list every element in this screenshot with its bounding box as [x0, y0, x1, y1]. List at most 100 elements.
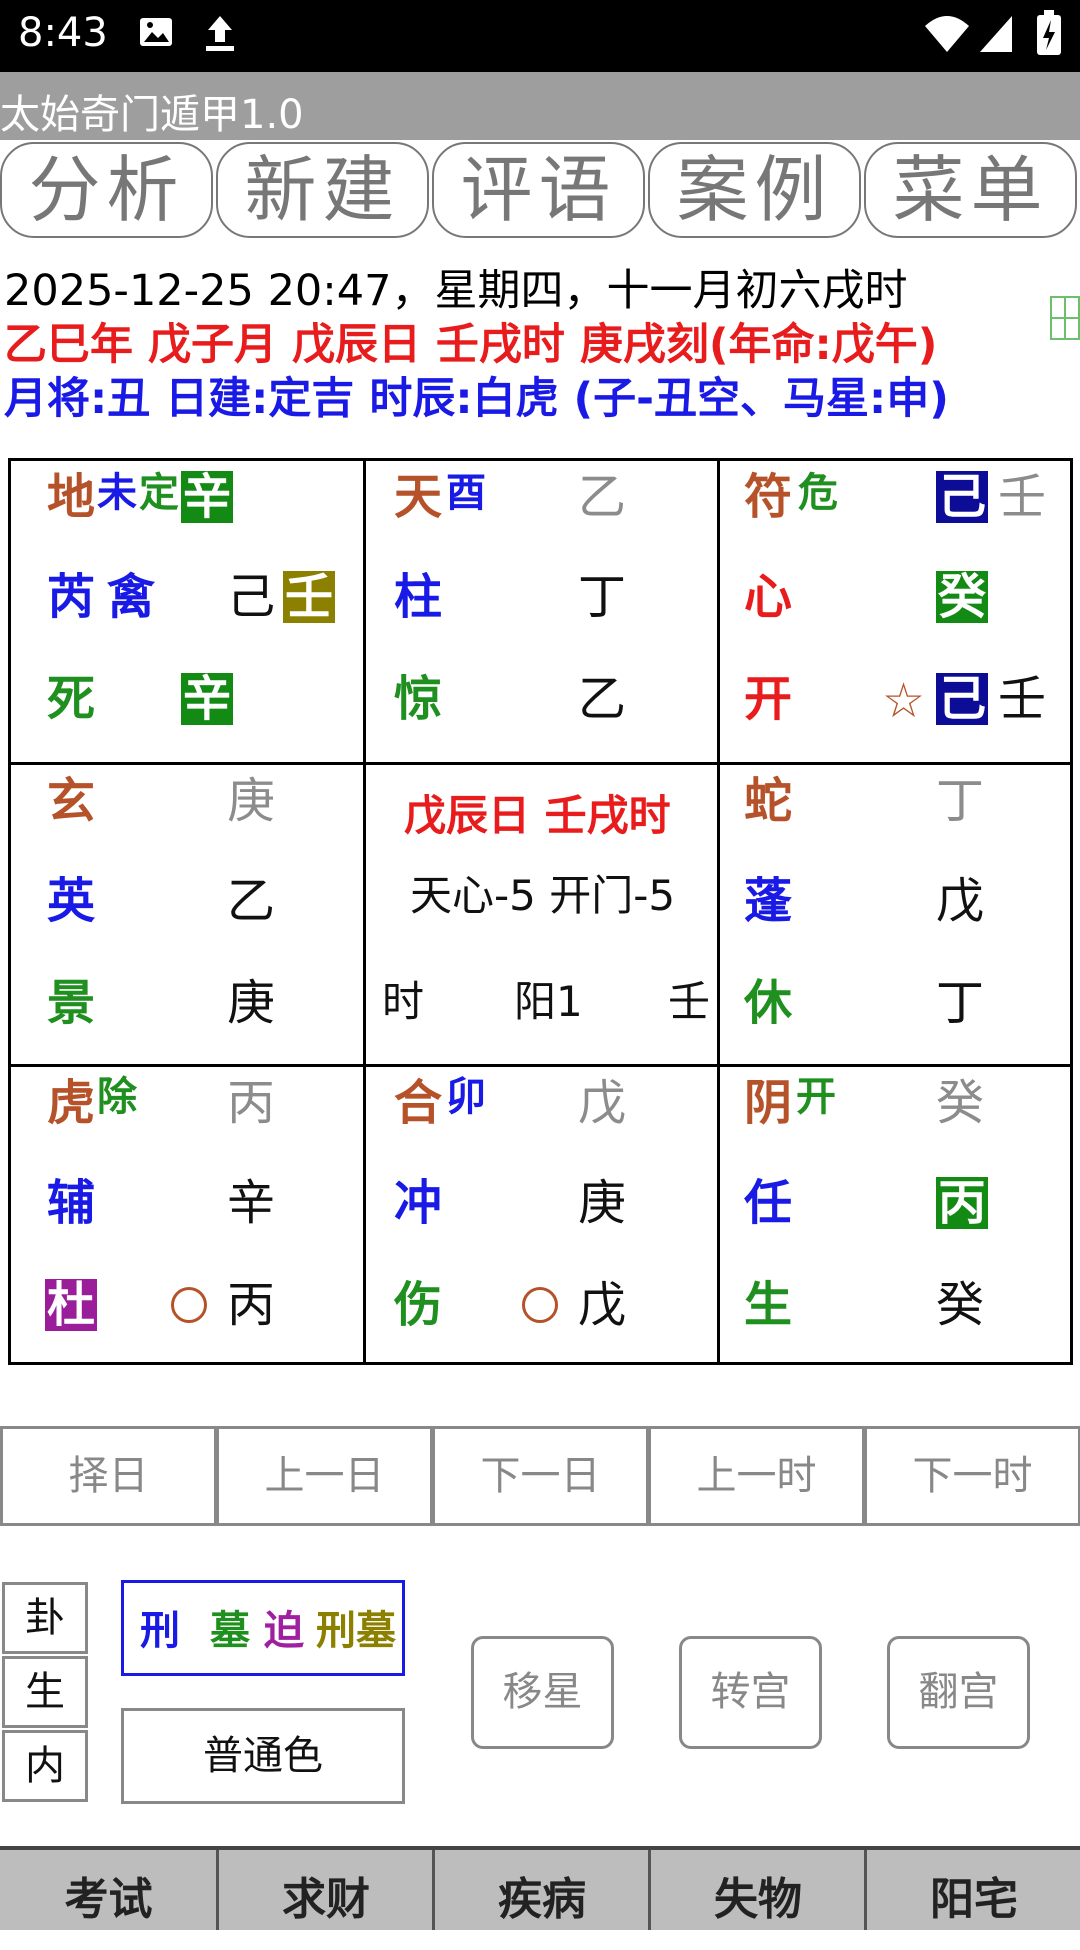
tab-comment[interactable]: 评语: [432, 142, 645, 238]
branch: 卯: [446, 1074, 486, 1120]
tab-lost[interactable]: 失物: [648, 1850, 865, 1930]
flip-palace-button[interactable]: 翻宫: [887, 1636, 1030, 1749]
month-general-line: 月将:丑 日建:定吉 时辰:白虎 (子-丑空、马星:申): [4, 374, 949, 424]
earth-stem-2: 壬: [283, 569, 336, 625]
eight-god: 合: [394, 1075, 443, 1131]
door-stem-2: 壬: [998, 671, 1047, 727]
heaven-stem: 丙: [227, 1075, 276, 1131]
pick-date-button[interactable]: 择日: [0, 1426, 217, 1526]
tab-menu[interactable]: 菜单: [864, 142, 1077, 238]
tab-cases[interactable]: 案例: [648, 142, 861, 238]
eight-god: 天: [394, 469, 443, 525]
palace-top-left[interactable]: 地 未 定 辛 芮 禽 己 壬 死 辛: [11, 461, 363, 762]
tab-new[interactable]: 新建: [216, 142, 429, 238]
tab-analysis[interactable]: 分析: [0, 142, 213, 238]
void-circle-icon: [522, 1287, 558, 1323]
palace-bottom-right[interactable]: 阴 开 癸 任 丙 生 癸: [720, 1067, 1070, 1365]
eight-door: 休: [744, 975, 793, 1031]
grid-toggle-icon[interactable]: [1050, 296, 1080, 344]
side-button-gua[interactable]: 卦: [2, 1582, 88, 1654]
palace-top-right[interactable]: 符 危 己 壬 心 癸 开 ☆ 己 壬: [720, 461, 1070, 762]
eight-door: 伤: [394, 1277, 443, 1333]
eight-door: 生: [744, 1277, 793, 1333]
heaven-stem: 辛: [181, 469, 234, 525]
earth-stem: 丙: [936, 1175, 989, 1231]
door-stem: 己: [936, 671, 989, 727]
nine-star: 冲: [394, 1175, 443, 1231]
image-icon: [138, 14, 174, 54]
eight-god: 地: [47, 469, 96, 525]
eight-door: 开: [744, 671, 793, 727]
app-title: 太始奇门遁甲1.0: [0, 92, 304, 138]
side-button-sheng[interactable]: 生: [2, 1656, 88, 1728]
palace-middle-left[interactable]: 玄 庚 英 乙 景 庚: [11, 765, 363, 1064]
heaven-stem: 丁: [936, 773, 985, 829]
door-stem: 乙: [578, 671, 627, 727]
prev-hour-button[interactable]: 上一时: [648, 1426, 865, 1526]
eight-god: 虎: [47, 1075, 96, 1131]
palace-bottom-center[interactable]: 合 卯 戊 冲 庚 伤 戊: [366, 1067, 717, 1365]
status-bar: 8:43: [0, 0, 1080, 72]
palace-center[interactable]: 戊辰日 壬戌时 天心-5 开门-5 时 阳1 壬: [366, 765, 717, 1064]
nine-star: 蓬: [744, 873, 793, 929]
door-stem: 戊: [578, 1277, 627, 1333]
nine-star: 任: [744, 1175, 793, 1231]
branch: 未: [97, 470, 137, 516]
center-ganzhi: 戊辰日 壬戌时: [404, 791, 671, 840]
eight-door: 死: [47, 671, 96, 727]
rotate-palace-button[interactable]: 转宫: [679, 1636, 822, 1749]
signal-icon: [978, 14, 1014, 58]
eight-door: 景: [47, 975, 96, 1031]
door-stem: 辛: [181, 671, 234, 727]
nine-palace-grid: 地 未 定 辛 芮 禽 己 壬 死 辛 天 酉 乙 柱 丁 惊 乙 符 危 己 …: [8, 458, 1073, 1365]
heaven-stem: 庚: [227, 773, 276, 829]
earth-stem: 癸: [936, 569, 989, 625]
legend-box[interactable]: 刑 墓 迫 刑墓: [121, 1580, 405, 1676]
heaven-stem: 戊: [578, 1075, 627, 1131]
eight-god: 蛇: [744, 773, 793, 829]
nine-star: 英: [47, 873, 96, 929]
prev-day-button[interactable]: 上一日: [216, 1426, 433, 1526]
side-button-nei[interactable]: 内: [2, 1730, 88, 1802]
wifi-icon: [924, 14, 970, 58]
tab-illness[interactable]: 疾病: [432, 1850, 649, 1930]
palace-middle-right[interactable]: 蛇 丁 蓬 戊 休 丁: [720, 765, 1070, 1064]
door-stem: 丁: [936, 975, 985, 1031]
earth-stem: 乙: [227, 873, 276, 929]
tab-exam[interactable]: 考试: [0, 1850, 217, 1930]
center-time-label: 时: [382, 977, 425, 1026]
day-officer: 危: [798, 470, 838, 516]
legend-mu: 墓: [210, 1608, 250, 1654]
heaven-stem-2: 壬: [998, 469, 1047, 525]
branch: 酉: [446, 470, 486, 516]
move-star-button[interactable]: 移星: [471, 1636, 614, 1749]
door-stem: 庚: [227, 975, 276, 1031]
day-officer: 定: [139, 470, 179, 516]
tab-wealth[interactable]: 求财: [216, 1850, 433, 1930]
day-officer: 开: [796, 1074, 836, 1120]
eight-god: 阴: [744, 1075, 793, 1131]
next-day-button[interactable]: 下一日: [432, 1426, 649, 1526]
title-bar: 太始奇门遁甲1.0: [0, 72, 1080, 140]
eight-door: 杜: [45, 1277, 98, 1333]
color-mode-button[interactable]: 普通色: [121, 1708, 405, 1804]
tab-house[interactable]: 阳宅: [864, 1850, 1080, 1930]
date-line: 2025-12-25 20:47，星期四，十一月初六戌时: [4, 266, 908, 316]
heaven-stem: 癸: [936, 1075, 985, 1131]
next-hour-button[interactable]: 下一时: [864, 1426, 1080, 1526]
palace-bottom-left[interactable]: 虎 除 丙 辅 辛 杜 丙: [11, 1067, 363, 1365]
earth-stem: 丁: [578, 569, 627, 625]
heaven-stem: 乙: [578, 469, 627, 525]
status-time: 8:43: [18, 10, 108, 56]
palace-top-center[interactable]: 天 酉 乙 柱 丁 惊 乙: [366, 461, 717, 762]
door-stem: 丙: [227, 1277, 276, 1333]
eight-door: 惊: [394, 671, 443, 727]
heaven-stem: 己: [936, 469, 989, 525]
earth-stem: 庚: [578, 1175, 627, 1231]
center-dun-ju: 阳1: [514, 977, 583, 1026]
eight-god: 玄: [47, 773, 96, 829]
legend-po: 迫: [264, 1608, 304, 1654]
legend-xingmu: 刑墓: [316, 1608, 396, 1654]
nine-star: 芮: [47, 569, 96, 625]
earth-stem: 戊: [936, 873, 985, 929]
